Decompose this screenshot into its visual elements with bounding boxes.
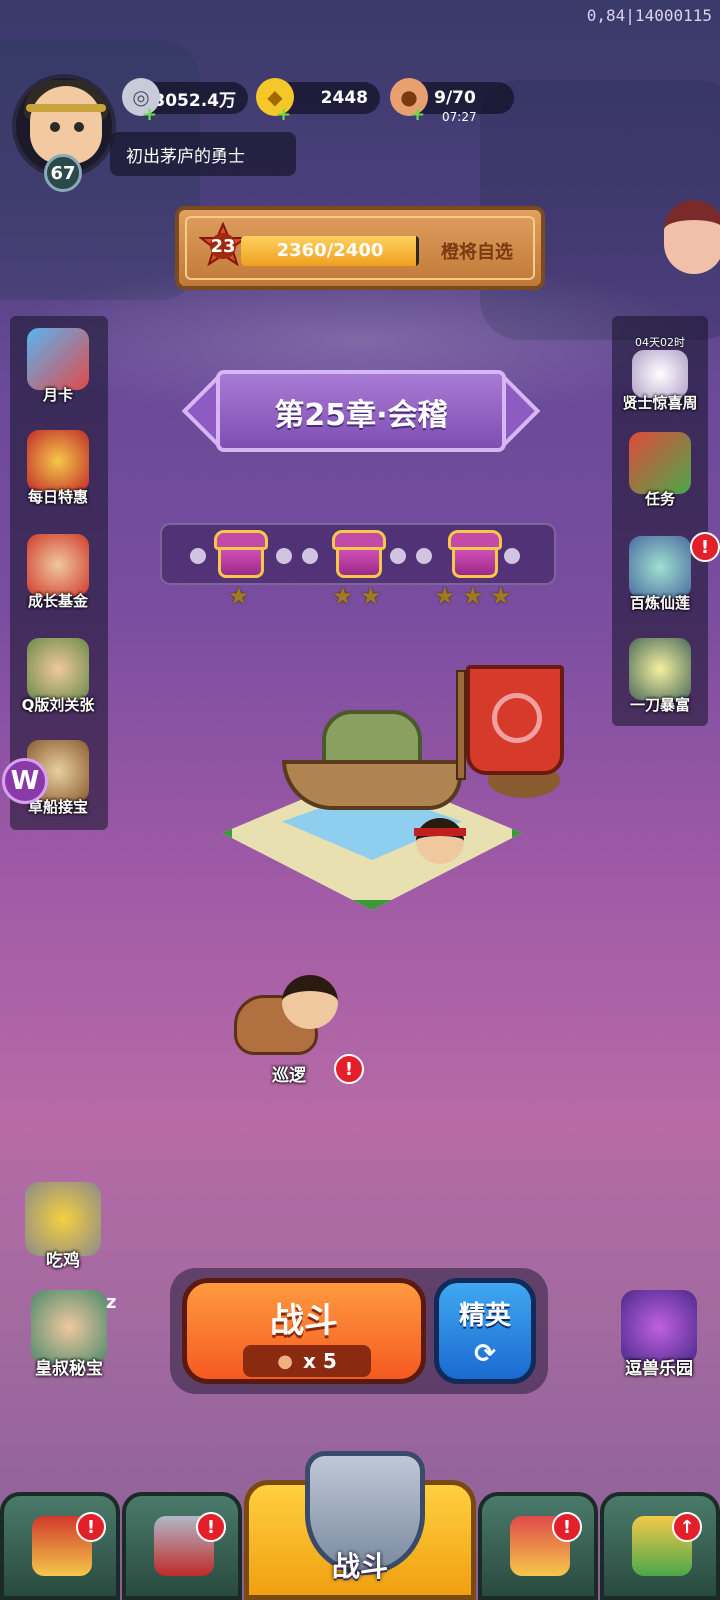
enemy-soldier[interactable] — [410, 818, 470, 880]
meat-drumstick-icon: ● — [277, 1350, 293, 1372]
monthly-card-button[interactable]: 月卡 — [8, 328, 108, 405]
add-silver-icon[interactable]: + — [142, 106, 157, 124]
three-brothers-icon — [27, 638, 89, 700]
exp-bar: 2360/2400 — [241, 236, 419, 266]
beast-park-button[interactable]: 逗兽乐园 — [604, 1290, 714, 1379]
battle-cost: ● x 5 — [243, 1345, 371, 1377]
floating-w-icon[interactable]: W — [2, 758, 48, 804]
heroes-alert-icon: ! — [196, 1512, 226, 1542]
chapter-title: 第25章·会稽 — [274, 398, 448, 433]
growth-fund-button[interactable]: 成长基金 — [8, 534, 108, 611]
gift-bag-icon — [27, 430, 89, 492]
level-banner[interactable]: 23 2360/2400 橙将自选 — [175, 206, 545, 290]
exp-text: 2360/2400 — [276, 240, 384, 261]
reward-chest-1[interactable] — [214, 528, 268, 580]
player-title: 初出茅庐的勇士 — [110, 132, 296, 176]
refresh-icon: ⟳ — [474, 1339, 496, 1369]
level-medal-icon: 23 — [198, 221, 248, 272]
daily-deal-button[interactable]: 每日特惠 — [8, 430, 108, 507]
one-blade-rich-button[interactable]: 一刀暴富 — [610, 638, 710, 715]
patrol-alert-icon: ! — [334, 1054, 364, 1084]
sleep-z-icon: z — [106, 1292, 117, 1313]
orange-general-select-link[interactable]: 橙将自选 — [441, 238, 513, 264]
add-stamina-icon[interactable]: + — [410, 106, 425, 124]
axe-flag-icon — [466, 665, 564, 775]
elite-button[interactable]: 精英 ⟳ — [434, 1278, 536, 1384]
reward-chest-2[interactable] — [332, 528, 386, 580]
nav-tab-battle[interactable]: 战斗 — [244, 1451, 476, 1600]
jade-bottle-icon — [629, 638, 691, 700]
chapter-banner: 第25章·会稽 — [181, 370, 541, 452]
battle-button[interactable]: 战斗 ● x 5 — [182, 1278, 426, 1384]
sleeping-uncle-icon — [31, 1290, 107, 1364]
sunglasses-chicken-icon — [25, 1182, 101, 1256]
city-alert-icon: ! — [76, 1512, 106, 1542]
stamina-timer: 07:27 — [442, 110, 477, 124]
chicken-dinner-button[interactable]: 吃鸡 — [8, 1182, 118, 1271]
chest-star: ★ — [490, 582, 512, 610]
chest-star: ★ — [360, 582, 382, 610]
bottom-nav: ! ! 战斗 ! ↑ — [0, 1451, 720, 1600]
nav-tab-events[interactable] — [478, 1492, 598, 1600]
fortune-god-icon — [27, 534, 89, 596]
events-alert-icon: ! — [552, 1512, 582, 1542]
purple-beast-icon — [621, 1290, 697, 1364]
chest-star: ★ — [228, 582, 250, 610]
chest-star: ★ — [462, 582, 484, 610]
boat — [282, 710, 472, 820]
debug-info: 0,84|14000115 — [586, 6, 712, 25]
rider-icon — [282, 975, 338, 1029]
scroll-icon — [629, 432, 691, 494]
event-character-icon[interactable] — [664, 200, 720, 274]
sage-surprise-week-button[interactable]: 04天02时 贤士惊喜周 — [610, 334, 710, 413]
refine-alert-icon: ! — [690, 532, 720, 562]
player-level-badge: 67 — [44, 154, 82, 192]
stage-island[interactable] — [222, 710, 522, 940]
nav-tab-upgrade[interactable] — [600, 1492, 720, 1600]
chest-star: ★ — [434, 582, 456, 610]
q-version-heroes-button[interactable]: Q版刘关张 — [8, 638, 108, 715]
nav-tab-heroes[interactable] — [122, 1492, 242, 1600]
reward-chest-3[interactable] — [448, 528, 502, 580]
sage-week-timer: 04天02时 — [635, 336, 685, 349]
upgrade-arrow-icon: ↑ — [672, 1512, 702, 1542]
nav-tab-city[interactable] — [0, 1492, 120, 1600]
sage-girl-icon — [632, 350, 688, 398]
add-gold-icon[interactable]: + — [276, 106, 291, 124]
monthly-card-icon — [27, 328, 89, 390]
character-group-icon — [629, 536, 691, 598]
tasks-button[interactable]: 任务 — [610, 432, 710, 509]
flag-pole — [456, 670, 466, 780]
chest-star: ★ — [332, 582, 354, 610]
